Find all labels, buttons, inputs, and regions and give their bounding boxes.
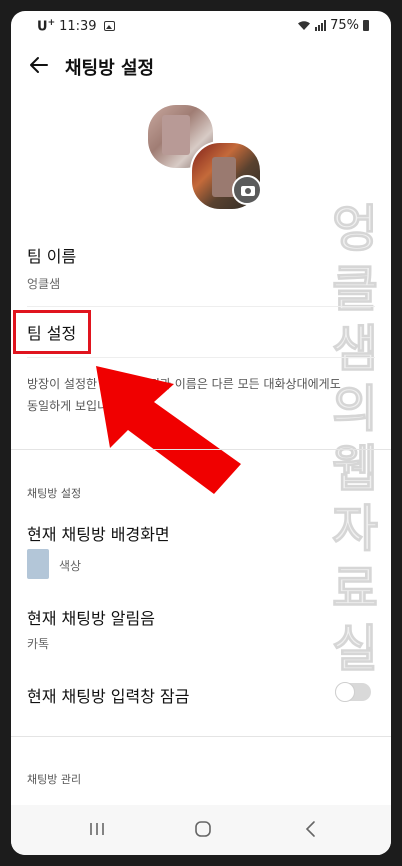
- page-title: 채팅방 설정: [65, 58, 155, 79]
- status-time: 11:39: [59, 18, 97, 34]
- wifi-icon: [298, 21, 311, 30]
- team-settings-description: 방장이 설정한 프로필 사진과 이름은 다른 모든 대화상대에게도 동일하게 보…: [27, 377, 341, 413]
- status-bar: U+ 11:39 75%: [11, 11, 391, 41]
- phone-screen: U+ 11:39 75% 채팅방 설정 엉클샘의웹자료실 팀 이름 엉클샘 팀 …: [11, 11, 391, 855]
- section-divider: [11, 736, 391, 737]
- app-header: 채팅방 설정: [11, 47, 391, 87]
- carrier-label: U+: [37, 18, 56, 35]
- team-settings-button[interactable]: 팀 설정: [27, 320, 76, 344]
- battery-icon: [363, 20, 369, 31]
- recent-apps-icon[interactable]: [85, 817, 109, 841]
- notification-sound-label[interactable]: 현재 채팅방 알림음: [27, 605, 155, 629]
- system-nav-bar: [11, 805, 391, 855]
- back-arrow-icon[interactable]: [27, 53, 51, 77]
- team-name-value: 엉클샘: [27, 277, 61, 291]
- section-title-chat-settings: 채팅방 설정: [27, 487, 82, 500]
- camera-icon[interactable]: [232, 175, 262, 205]
- gallery-notification-icon: [103, 21, 115, 32]
- signal-icon: [315, 20, 327, 31]
- divider: [27, 357, 375, 358]
- team-name-label: 팀 이름: [27, 247, 77, 266]
- battery-percent: 75%: [330, 18, 359, 33]
- background-color-swatch[interactable]: [27, 549, 49, 579]
- background-setting-label[interactable]: 현재 채팅방 배경화면: [27, 521, 170, 545]
- section-title-chat-management: 채팅방 관리: [27, 773, 82, 786]
- home-icon[interactable]: [191, 817, 215, 841]
- profile-avatar[interactable]: [148, 105, 266, 213]
- section-divider: [11, 449, 391, 450]
- input-lock-label: 현재 채팅방 입력창 잠금: [27, 687, 190, 706]
- notification-sound-value: 카톡: [27, 637, 50, 651]
- watermark: 엉클샘의웹자료실: [332, 200, 379, 679]
- input-lock-toggle[interactable]: [335, 682, 371, 702]
- divider: [27, 306, 375, 307]
- nav-back-icon[interactable]: [299, 817, 323, 841]
- background-setting-value: 색상: [59, 559, 82, 573]
